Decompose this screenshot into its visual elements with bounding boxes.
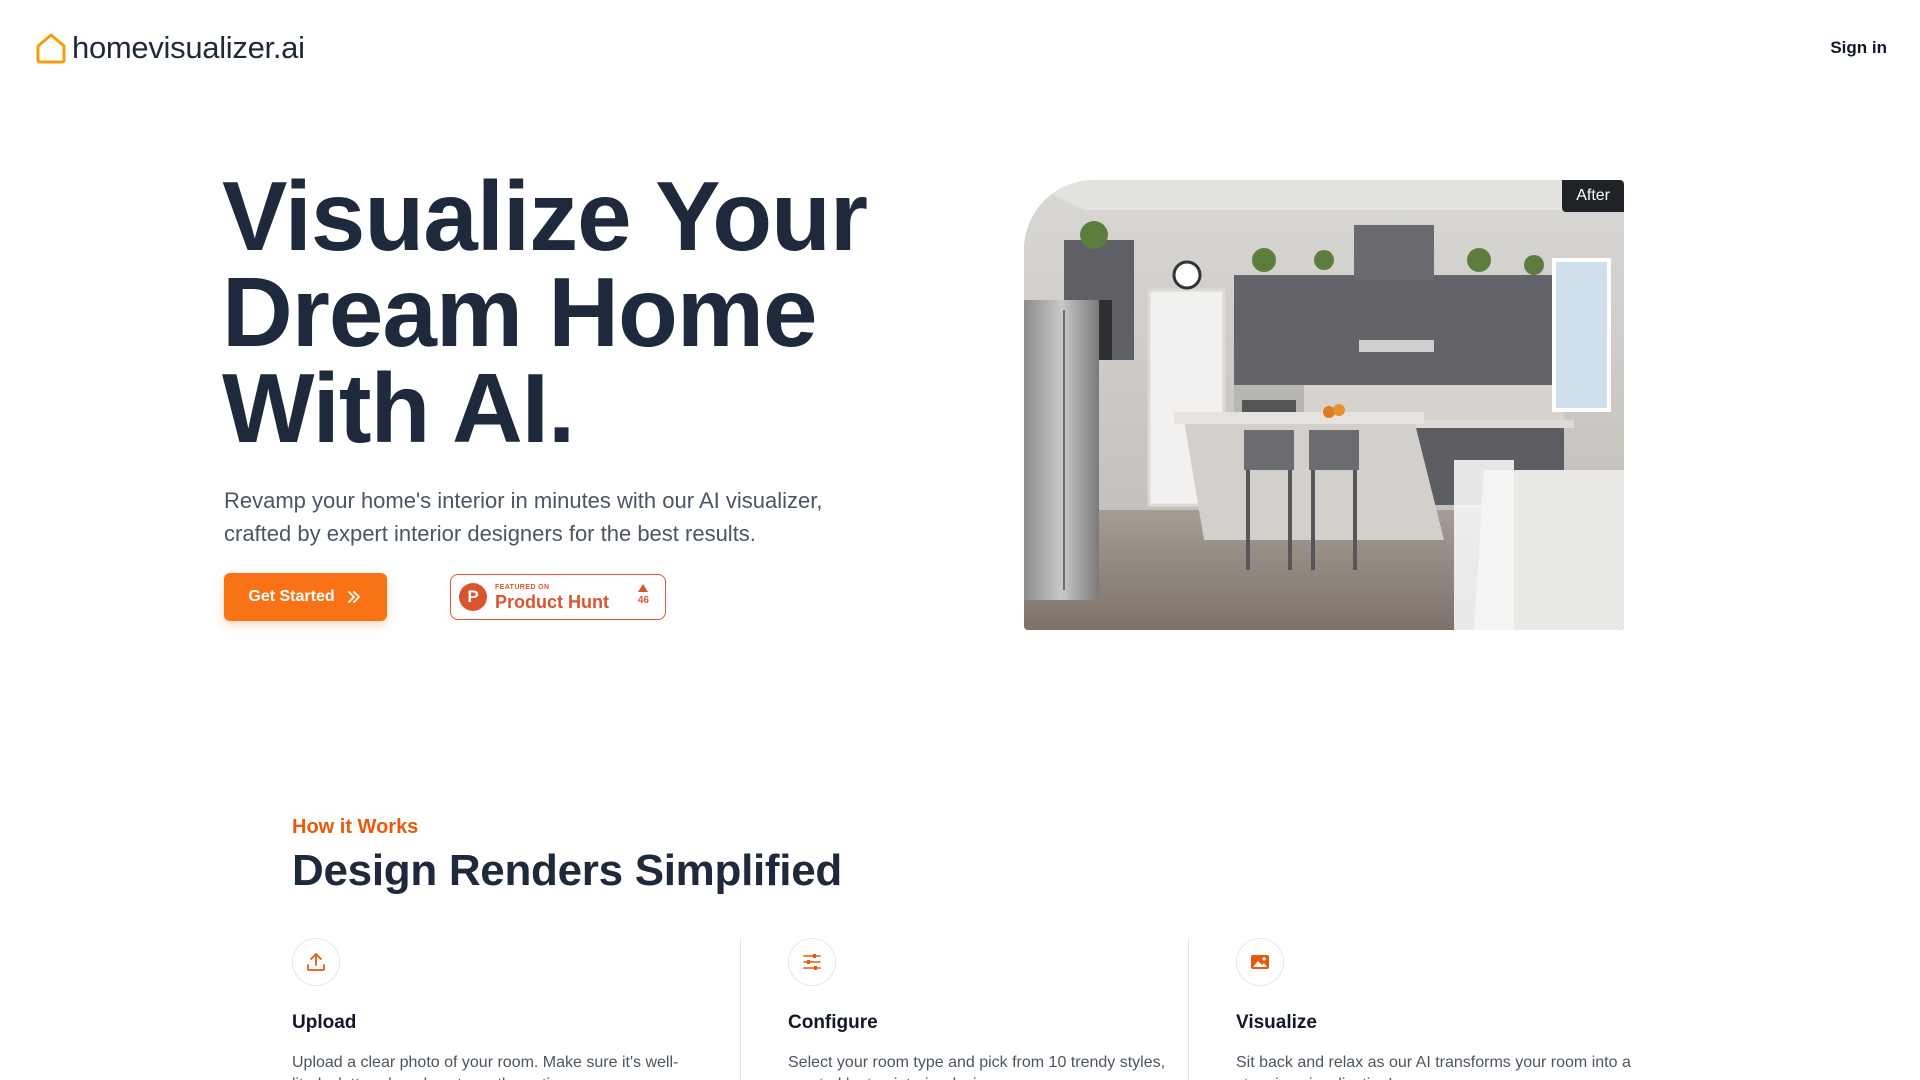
- step-icon-wrap: [292, 938, 340, 986]
- hero-title-line: Visualize Your: [222, 161, 868, 271]
- step-title: Configure: [788, 1012, 878, 1033]
- product-hunt-badge[interactable]: P FEATURED ON Product Hunt 46: [450, 574, 666, 620]
- step-icon-wrap: [1236, 938, 1284, 986]
- step-icon-wrap: [788, 938, 836, 986]
- step-divider: [740, 938, 741, 1080]
- after-label: After: [1562, 180, 1624, 212]
- section-title: Design Renders Simplified: [292, 846, 842, 895]
- section-kicker: How it Works: [292, 816, 419, 838]
- get-started-button[interactable]: Get Started: [224, 573, 387, 621]
- product-hunt-logo-icon: P: [459, 583, 487, 611]
- hero-title-line: Dream Home: [222, 257, 818, 367]
- hero-title: Visualize Your Dream Home With AI.: [222, 167, 942, 457]
- step-configure: Configure Select your room type and pick…: [788, 938, 1188, 1080]
- image-icon: [1251, 955, 1269, 969]
- kitchen-illustration: [1024, 180, 1624, 630]
- step-desc: Upload a clear photo of your room. Make …: [292, 1054, 679, 1080]
- sign-in-link[interactable]: Sign in: [1830, 38, 1887, 58]
- step-title: Upload: [292, 1012, 357, 1033]
- hero-kitchen-image: After: [1024, 180, 1624, 630]
- sliders-icon: [803, 954, 821, 970]
- product-hunt-votes: 46: [638, 584, 649, 606]
- site-header: homevisualizer.ai Sign in: [0, 0, 1920, 98]
- house-icon: [36, 33, 66, 64]
- step-divider: [1188, 938, 1189, 1080]
- double-chevron-right-icon: [347, 591, 360, 603]
- get-started-label: Get Started: [248, 588, 335, 605]
- step-visualize: Visualize Sit back and relax as our AI t…: [1236, 938, 1636, 1080]
- step-desc: Sit back and relax as our AI transforms …: [1236, 1054, 1631, 1080]
- hero-title-line: With AI.: [222, 353, 575, 463]
- brand-logo[interactable]: homevisualizer.ai: [34, 30, 305, 66]
- step-upload: Upload Upload a clear photo of your room…: [292, 938, 692, 1080]
- upload-icon: [307, 953, 325, 971]
- step-desc: Select your room type and pick from 10 t…: [788, 1054, 1166, 1080]
- upvote-triangle-icon: [638, 584, 649, 592]
- brand-name: homevisualizer.ai: [72, 30, 305, 65]
- step-title: Visualize: [1236, 1012, 1317, 1033]
- hero-subtitle: Revamp your home's interior in minutes w…: [224, 488, 823, 546]
- product-hunt-featured: FEATURED ON: [495, 583, 550, 591]
- product-hunt-name: Product Hunt: [495, 591, 609, 612]
- product-hunt-vote-count: 46: [637, 595, 649, 606]
